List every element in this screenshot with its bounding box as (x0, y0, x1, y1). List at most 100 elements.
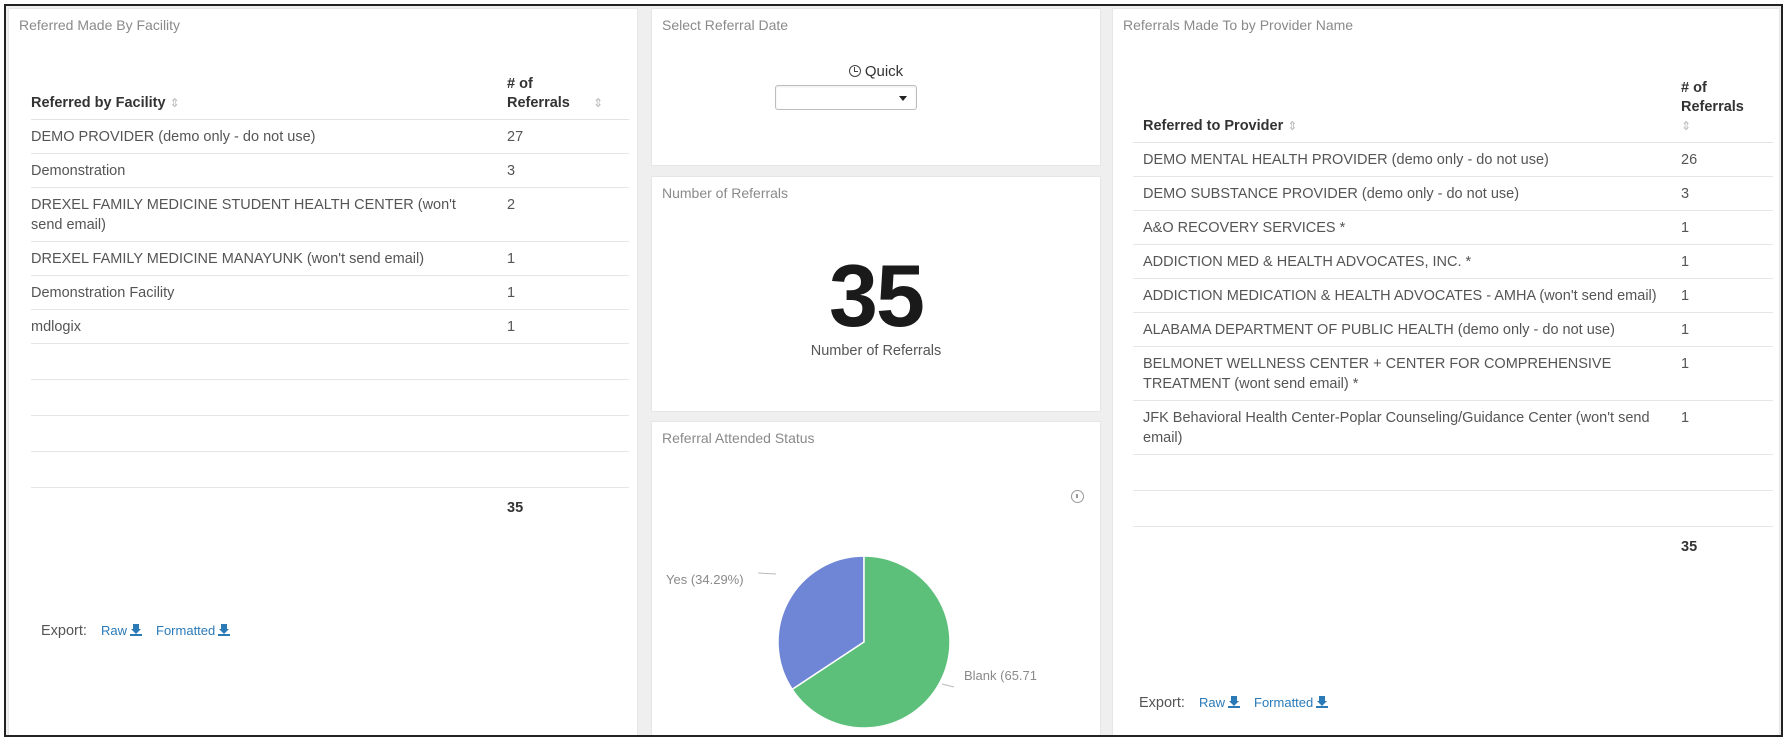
table-row[interactable]: DREXEL FAMILY MEDICINE STUDENT HEALTH CE… (31, 187, 629, 242)
sort-icon[interactable]: ⇕ (593, 96, 603, 110)
download-icon (218, 624, 231, 636)
referral-count: 26 (1681, 142, 1773, 177)
export-raw-label: Raw (100, 623, 127, 638)
provider-name: A&O RECOVERY SERVICES * (1133, 210, 1681, 245)
provider-name: JFK Behavioral Health Center-Poplar Coun… (1133, 400, 1681, 455)
provider-name: ADDICTION MED & HEALTH ADVOCATES, INC. * (1133, 244, 1681, 279)
total-count: 35 (507, 500, 524, 516)
table-row[interactable]: DREXEL FAMILY MEDICINE MANAYUNK (won't s… (31, 241, 629, 276)
export-formatted-label: Formatted (1254, 695, 1314, 710)
export-raw-link[interactable]: Raw (1199, 695, 1240, 710)
total-count: 35 (1681, 539, 1698, 555)
table-row[interactable]: DEMO PROVIDER (demo only - do not use) 27 (31, 119, 629, 154)
export-raw-label: Raw (1198, 695, 1225, 710)
facility-name: Demonstration (31, 153, 507, 188)
quick-filter-label: Quick (652, 63, 1100, 80)
provider-panel: Referrals Made To by Provider Name Refer… (1112, 8, 1780, 735)
export-label: Export: (41, 623, 87, 639)
table-row[interactable]: DEMO MENTAL HEALTH PROVIDER (demo only -… (1133, 142, 1773, 177)
table-row[interactable]: ALABAMA DEPARTMENT OF PUBLIC HEALTH (dem… (1133, 312, 1773, 347)
column-header-count[interactable]: # of Referrals ⇕ (1681, 79, 1773, 143)
clock-icon (848, 65, 861, 77)
referral-count: 1 (1681, 400, 1773, 455)
column-header-count[interactable]: # of Referrals ⇕ (507, 75, 629, 120)
table-header-row: Referred by Facility ⇕ # of Referrals ⇕ (31, 75, 629, 120)
empty-row (31, 379, 629, 416)
export-formatted-link[interactable]: Formatted (156, 623, 231, 638)
column-header-label: # of Referrals (1681, 80, 1744, 115)
table-row[interactable]: mdlogix 1 (31, 309, 629, 344)
date-panel: Select Referral Date Quick (651, 8, 1101, 166)
export-formatted-link[interactable]: Formatted (1254, 695, 1329, 710)
total-row: 35 (1133, 527, 1773, 564)
referral-count: 3 (1681, 176, 1773, 211)
export-label: Export: (1139, 695, 1185, 711)
facility-name: DREXEL FAMILY MEDICINE STUDENT HEALTH CE… (31, 187, 507, 242)
sort-icon[interactable]: ⇕ (170, 96, 180, 110)
total-row: 35 (31, 488, 629, 525)
table-row[interactable]: Demonstration Facility 1 (31, 275, 629, 310)
quick-date-select[interactable] (775, 85, 917, 110)
column-header-label: # of Referrals (507, 76, 570, 111)
provider-name: DEMO SUBSTANCE PROVIDER (demo only - do … (1133, 176, 1681, 211)
provider-name: ADDICTION MEDICATION & HEALTH ADVOCATES … (1133, 278, 1681, 313)
export-formatted-label: Formatted (156, 623, 216, 638)
empty-row (1133, 454, 1773, 491)
pie-slice-label: Yes (34.29%) (666, 572, 744, 587)
dashboard-frame: Referred Made By Facility Referred by Fa… (4, 4, 1783, 737)
export-raw-link[interactable]: Raw (101, 623, 142, 638)
referral-count-value: 35 (829, 246, 925, 345)
provider-name: BELMONET WELLNESS CENTER + CENTER FOR CO… (1133, 346, 1681, 401)
pie-label-connector (757, 572, 777, 575)
table-row[interactable]: ADDICTION MEDICATION & HEALTH ADVOCATES … (1133, 278, 1773, 313)
table-row[interactable]: A&O RECOVERY SERVICES * 1 (1133, 210, 1773, 245)
referral-count: 1 (1681, 278, 1773, 313)
empty-row (31, 343, 629, 380)
download-icon (129, 624, 142, 636)
panel-title: Number of Referrals (662, 185, 789, 201)
facility-table: Referred by Facility ⇕ # of Referrals ⇕ DE… (31, 75, 629, 524)
facility-name: mdlogix (31, 309, 507, 344)
empty-row (31, 415, 629, 452)
column-header-facility[interactable]: Referred by Facility ⇕ (31, 75, 507, 120)
referral-count: 3 (507, 153, 629, 188)
provider-name: DEMO MENTAL HEALTH PROVIDER (demo only -… (1133, 142, 1681, 177)
table-row[interactable]: BELMONET WELLNESS CENTER + CENTER FOR CO… (1133, 346, 1773, 401)
export-bar: Export: Raw Formatted (1139, 695, 1329, 711)
panel-title: Referrals Made To by Provider Name (1123, 17, 1354, 33)
sort-icon[interactable]: ⇕ (1287, 119, 1297, 133)
panel-title: Select Referral Date (662, 17, 789, 33)
table-header-row: Referred to Provider ⇕ # of Referrals ⇕ (1133, 79, 1773, 143)
referral-count: 1 (1681, 346, 1773, 401)
facility-name: Demonstration Facility (31, 275, 507, 310)
referral-count: 1 (507, 309, 629, 344)
referral-count: 2 (507, 187, 629, 242)
facility-name: DEMO PROVIDER (demo only - do not use) (31, 119, 507, 154)
table-row[interactable]: JFK Behavioral Health Center-Poplar Coun… (1133, 400, 1773, 455)
empty-row (1133, 490, 1773, 527)
facility-name: DREXEL FAMILY MEDICINE MANAYUNK (won't s… (31, 241, 507, 276)
referral-count: 1 (1681, 210, 1773, 245)
export-bar: Export: Raw Formatted (41, 623, 231, 639)
panel-title: Referred Made By Facility (19, 17, 181, 33)
provider-name: ALABAMA DEPARTMENT OF PUBLIC HEALTH (dem… (1133, 312, 1681, 347)
table-row[interactable]: Demonstration 3 (31, 153, 629, 188)
pie-slice-label: Blank (65.71 (964, 668, 1037, 683)
chevron-down-icon (899, 96, 907, 101)
table-row[interactable]: DEMO SUBSTANCE PROVIDER (demo only - do … (1133, 176, 1773, 211)
referral-count: 1 (507, 241, 629, 276)
count-panel: Number of Referrals 35 Number of Referra… (651, 176, 1101, 412)
download-icon (1316, 696, 1329, 708)
facility-panel: Referred Made By Facility Referred by Fa… (8, 8, 638, 735)
column-header-label: Referred to Provider (1143, 118, 1284, 134)
column-header-provider[interactable]: Referred to Provider ⇕ (1133, 79, 1681, 143)
column-header-label: Referred by Facility (31, 95, 166, 111)
pie-label-connector (941, 683, 955, 688)
download-icon (1227, 696, 1240, 708)
referral-count: 1 (1681, 312, 1773, 347)
provider-table: Referred to Provider ⇕ # of Referrals ⇕ DE… (1133, 79, 1773, 563)
referral-count-label: Number of Referrals (810, 343, 942, 359)
sort-icon[interactable]: ⇕ (1681, 119, 1691, 133)
table-row[interactable]: ADDICTION MED & HEALTH ADVOCATES, INC. *… (1133, 244, 1773, 279)
referral-count: 1 (507, 275, 629, 310)
